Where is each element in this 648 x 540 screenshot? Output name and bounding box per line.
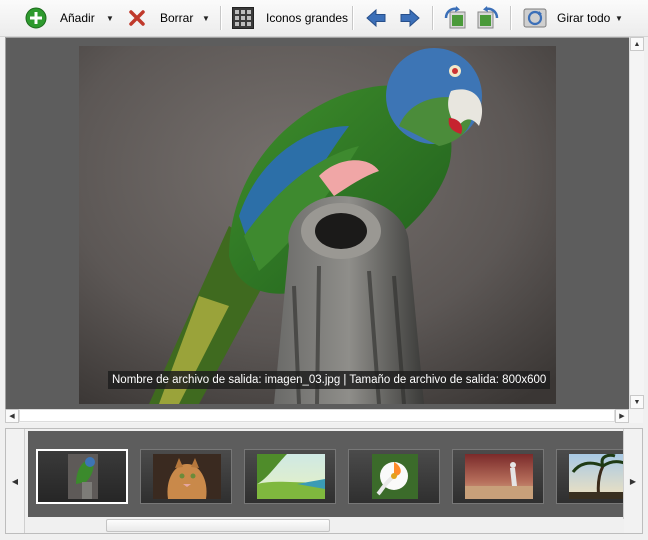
thumbnail-cat[interactable] [140,449,232,504]
thumbnail-image [68,454,98,499]
toolbar-separator [220,6,222,30]
rotate-right-icon [477,6,499,29]
rotate-left-icon [444,6,466,29]
view-mode-label: Iconos grandes [266,11,349,25]
thumbnail-desert-figure[interactable] [452,449,544,504]
rotate-all-dropdown-button[interactable]: ▼ [612,10,626,26]
scroll-up-button[interactable]: ▲ [630,37,644,51]
thumbnail-image [569,454,624,499]
rotate-right-button[interactable] [476,6,500,30]
preview-image [79,46,556,404]
arrow-right-icon: ▶ [629,476,637,486]
add-dropdown-button[interactable]: ▼ [103,10,117,26]
thumbnail-palm-tree[interactable] [556,449,624,504]
horizontal-scroll-thumb[interactable] [19,409,615,422]
scroll-right-button[interactable]: ▶ [615,409,629,423]
chevron-down-icon: ▼ [106,13,114,23]
arrow-right-icon: ▶ [619,413,625,420]
thumbnail-list [28,431,624,517]
rotate-all-icon [523,8,547,28]
arrow-right-icon [400,8,420,28]
add-label: Añadir [60,11,95,25]
add-button[interactable]: Añadir [25,6,95,30]
plus-icon [25,7,47,29]
next-button[interactable] [400,6,420,30]
chevron-down-icon: ▼ [202,13,210,23]
thumbnail-image [465,454,533,499]
arrow-down-icon: ▼ [633,398,641,406]
thumbnail-image [372,454,418,499]
rotate-all-label: Girar todo [557,11,611,25]
filmstrip-scroll-left-button[interactable]: ◀ [6,429,25,533]
filmstrip-scroll-right-button[interactable]: ▶ [623,429,642,533]
view-mode-button[interactable]: Iconos grandes [232,6,348,30]
arrow-left-icon: ◀ [9,413,15,420]
grid-view-icon [232,7,254,29]
output-info-caption: Nombre de archivo de salida: imagen_03.j… [108,371,551,389]
arrow-left-icon [366,8,386,28]
toolbar-separator [352,6,354,30]
thumbnail-image [153,454,221,499]
scroll-left-button[interactable]: ◀ [5,409,19,423]
chevron-down-icon: ▼ [615,13,623,23]
parrot-image [79,46,556,404]
arrow-left-icon: ◀ [11,476,19,486]
thumbnail-image [257,454,325,499]
rotate-left-button[interactable] [443,6,467,30]
toolbar: Añadir ▼ Borrar ▼ Iconos grandes Girar t… [0,0,648,37]
thumbnail-parrot[interactable] [36,449,128,504]
delete-label: Borrar [160,11,194,25]
arrow-up-icon: ▲ [633,40,641,48]
previous-button[interactable] [366,6,386,30]
delete-x-icon [129,10,145,26]
thumbnail-flower[interactable] [348,449,440,504]
toolbar-separator [510,6,512,30]
preview-horizontal-scrollbar[interactable]: ◀ ▶ [5,409,643,423]
scroll-down-button[interactable]: ▼ [630,395,644,409]
thumbnail-strip: ◀ ▶ [5,428,643,534]
delete-dropdown-button[interactable]: ▼ [199,10,213,26]
preview-vertical-scrollbar[interactable]: ▲ ▼ [629,37,644,409]
filmstrip-scroll-thumb[interactable] [106,519,330,532]
rotate-all-button[interactable]: Girar todo [523,6,610,30]
toolbar-separator [432,6,434,30]
thumbnail-tropical-beach[interactable] [244,449,336,504]
filmstrip-horizontal-scrollbar[interactable] [28,519,624,533]
delete-button[interactable]: Borrar [128,6,193,30]
